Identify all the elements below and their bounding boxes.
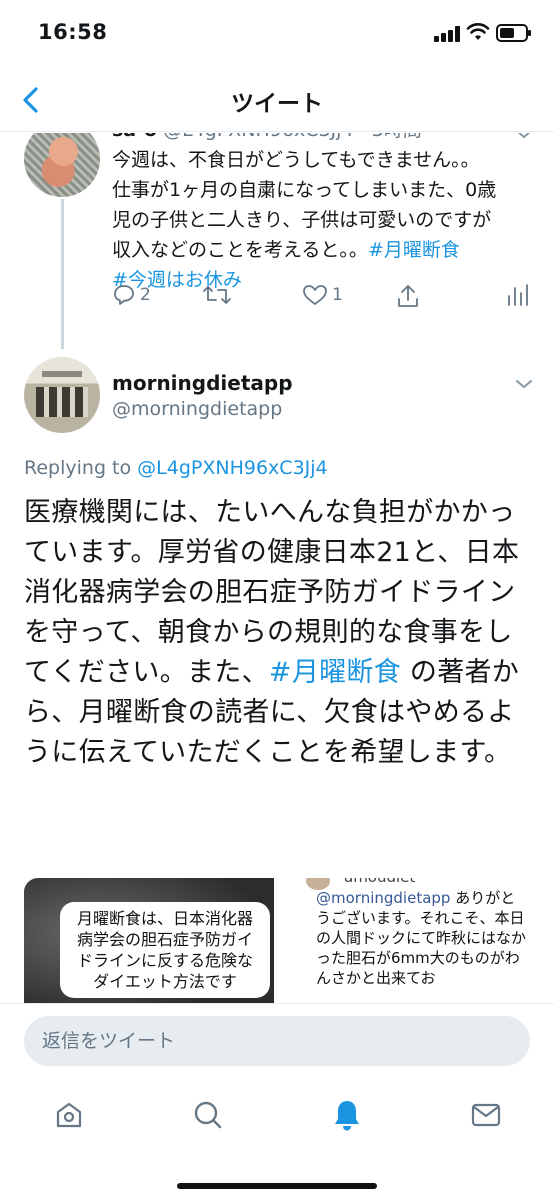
tweet-text: 今週は、不食日がどうしてもできません。。 仕事が1ヶ月の自粛になってしまいまた、… (112, 149, 497, 291)
retweet-icon (203, 286, 231, 304)
wifi-icon (466, 23, 490, 40)
search-icon (194, 1101, 222, 1129)
nav-bar: ツイート (0, 68, 554, 132)
thread-line (61, 199, 64, 349)
tweet-header: sa-o @L4gPXNH96xC3Jj4 · 3時間 (112, 133, 422, 142)
reply-bar (0, 1003, 554, 1075)
chevron-down-icon[interactable] (514, 133, 534, 141)
retweet-button[interactable] (202, 283, 232, 307)
media-caption: 月曜断食は、日本消化器病学会の胆石症予防ガイドラインに反する危険なダイエット方法… (60, 902, 270, 998)
tab-search[interactable] (188, 1095, 228, 1135)
mention-link[interactable]: @L4gPXNH96xC3Jj4 (137, 457, 327, 479)
share-icon (398, 285, 418, 307)
tab-notifications[interactable] (327, 1095, 367, 1135)
handle-time: @L4gPXNH96xC3Jj4 · 3時間 (163, 133, 422, 141)
tweet-media[interactable]: 月曜断食は、日本消化器病学会の胆石症予防ガイドラインに反する危険なダイエット方法… (24, 878, 530, 1003)
hashtag-link[interactable]: #月曜断食 (269, 657, 401, 688)
home-indicator (177, 1183, 377, 1189)
media-screenshot-text: @morningdietapp ありがとうございます。それこそ、本日の人間ドック… (316, 889, 527, 987)
status-time: 16:58 (38, 20, 108, 44)
heart-icon (303, 285, 327, 305)
media-image-right[interactable]: amoudiet @morningdietapp ありがとうございます。それこそ… (278, 878, 530, 1003)
messages-icon (471, 1103, 501, 1127)
parent-tweet[interactable]: sa-o @L4gPXNH96xC3Jj4 · 3時間 今週は、不食日がどうしても… (0, 133, 554, 349)
analytics-icon (508, 284, 528, 306)
page-title: ツイート (231, 91, 323, 117)
home-icon (56, 1102, 82, 1128)
tweet-text: 医療機関には、たいへんな負担がかかっています。厚労省の健康日本21と、日本消化器… (24, 497, 520, 768)
replying-to: Replying to @L4gPXNH96xC3Jj4 (24, 457, 328, 479)
chevron-down-icon[interactable] (514, 377, 534, 391)
like-count: 1 (332, 285, 343, 305)
reply-count: 2 (140, 285, 151, 305)
handle[interactable]: @morningdietapp (112, 398, 282, 420)
display-name[interactable]: morningdietapp (112, 371, 293, 395)
battery-level (500, 28, 515, 38)
avatar[interactable] (24, 357, 100, 433)
status-bar: 16:58 (0, 0, 554, 68)
tweet-actions: 2 1 (112, 283, 532, 313)
battery-icon (496, 24, 531, 42)
share-button[interactable] (396, 283, 420, 309)
avatar[interactable] (24, 133, 100, 197)
reply-input[interactable] (24, 1016, 530, 1066)
hashtag-link[interactable]: #月曜断食 (368, 239, 460, 261)
tweet-thread[interactable]: sa-o @L4gPXNH96xC3Jj4 · 3時間 今週は、不食日がどうしても… (0, 133, 554, 1003)
display-name[interactable]: sa-o (112, 133, 157, 141)
notifications-icon (335, 1101, 359, 1131)
signal-icon (434, 26, 460, 42)
like-button[interactable]: 1 (302, 283, 343, 307)
media-image-left[interactable]: 月曜断食は、日本消化器病学会の胆石症予防ガイドラインに反する危険なダイエット方法… (24, 878, 274, 1003)
tab-messages[interactable] (466, 1095, 506, 1135)
tab-home[interactable] (49, 1095, 89, 1135)
media-username: amoudiet (344, 878, 415, 886)
reply-button[interactable]: 2 (112, 283, 151, 307)
reply-icon (114, 285, 134, 305)
analytics-button[interactable] (506, 283, 528, 307)
tab-bar (0, 1075, 554, 1200)
